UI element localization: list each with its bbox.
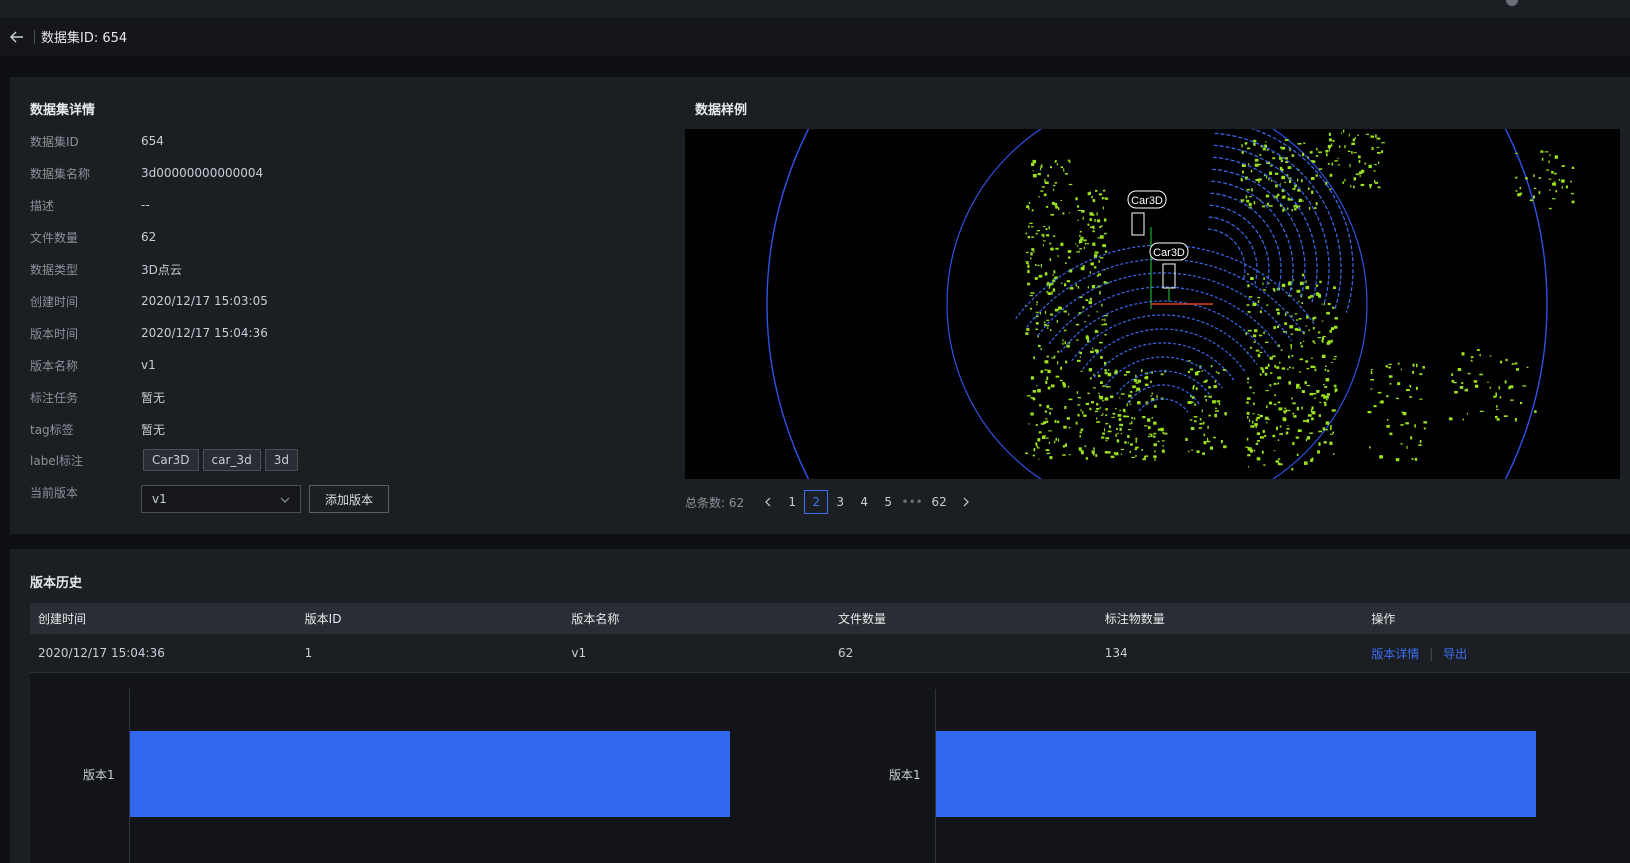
pager-total: 总条数: 62 — [685, 495, 745, 510]
detail-row: 数据类型 3D点云 — [30, 259, 182, 279]
cell-annotations: 134 — [1104, 646, 1128, 660]
pagination: 总条数: 62 1 2 3 4 5 ••• 62 — [685, 490, 978, 514]
detail-label: 创建时间 — [30, 294, 79, 309]
chevron-right-icon[interactable] — [954, 490, 978, 514]
page-4[interactable]: 4 — [852, 490, 876, 514]
column-header: 版本ID — [304, 612, 342, 626]
label-tag: car_3d — [202, 449, 261, 471]
chart-category-label: 版本1 — [83, 768, 115, 782]
chart-bar-annotations[interactable] — [936, 731, 1536, 817]
detail-value: 暂无 — [141, 390, 166, 405]
page-title: 数据集ID: 654 — [41, 31, 128, 46]
detail-label: 文件数量 — [30, 230, 79, 245]
detail-value: 3D点云 — [141, 262, 182, 277]
detail-label: tag标签 — [30, 422, 74, 437]
detail-value: 654 — [141, 134, 164, 148]
page-1[interactable]: 1 — [780, 490, 804, 514]
chart-category-label: 版本1 — [889, 768, 921, 782]
version-charts: 版本1 版本1 — [30, 673, 1630, 863]
window-top-strip — [0, 0, 1630, 17]
detail-row: 数据集名称 3d00000000000004 — [30, 163, 263, 183]
page-header: 数据集ID: 654 — [0, 17, 1630, 57]
box-label: Car3D — [1131, 195, 1163, 207]
column-header: 文件数量 — [838, 612, 887, 626]
export-link[interactable]: 导出 — [1443, 647, 1467, 661]
add-version-button[interactable]: 添加版本 — [309, 485, 389, 513]
page-3[interactable]: 3 — [828, 490, 852, 514]
detail-value: v1 — [141, 358, 156, 372]
annotation-box[interactable]: Car3D — [1149, 242, 1189, 301]
window-control-dot[interactable] — [1506, 0, 1518, 6]
label-tag: Car3D — [143, 449, 199, 471]
detail-label: 描述 — [30, 198, 55, 213]
detail-label: 版本名称 — [30, 358, 79, 373]
cell-actions: 版本详情 | 导出 — [1363, 645, 1630, 662]
detail-row: 版本时间 2020/12/17 15:04:36 — [30, 323, 268, 343]
detail-value: -- — [141, 198, 150, 212]
column-header: 版本名称 — [571, 612, 620, 626]
page-2[interactable]: 2 — [804, 490, 829, 514]
page-5[interactable]: 5 — [876, 490, 900, 514]
action-divider: | — [1429, 646, 1434, 661]
detail-value: 2020/12/17 15:03:05 — [141, 294, 268, 308]
chart-bar-files[interactable] — [130, 731, 730, 817]
page-last[interactable]: 62 — [924, 490, 954, 514]
detail-row: 数据集ID 654 — [30, 131, 164, 151]
detail-row: 创建时间 2020/12/17 15:03:05 — [30, 291, 268, 311]
version-select-value: v1 — [152, 492, 167, 506]
lidar-points — [1015, 129, 1575, 471]
version-select[interactable]: v1 — [141, 485, 301, 513]
history-table: 创建时间 版本ID 版本名称 文件数量 标注物数量 操作 2020/12/17 … — [30, 603, 1630, 673]
column-header: 标注物数量 — [1104, 612, 1165, 626]
detail-value: 暂无 — [141, 422, 166, 437]
sample-title: 数据样例 — [695, 103, 748, 118]
cell-created: 2020/12/17 15:04:36 — [38, 646, 165, 660]
detail-label: 数据集名称 — [30, 166, 91, 181]
label-row-label: label标注 — [30, 453, 84, 468]
detail-label: 数据类型 — [30, 262, 79, 277]
cell-files: 62 — [838, 646, 854, 660]
chevron-down-icon — [280, 492, 290, 506]
details-title: 数据集详情 — [30, 103, 96, 118]
history-title: 版本历史 — [30, 576, 83, 591]
cell-name: v1 — [571, 646, 587, 660]
detail-value: 3d00000000000004 — [141, 166, 264, 180]
detail-row: 版本名称 v1 — [30, 355, 156, 375]
detail-row: tag标签 暂无 — [30, 419, 165, 439]
detail-row: 描述 -- — [30, 195, 150, 215]
detail-label: 标注任务 — [30, 390, 79, 405]
detail-value: 2020/12/17 15:04:36 — [141, 326, 268, 340]
cell-id: 1 — [304, 646, 313, 660]
detail-label: 数据集ID — [30, 134, 79, 149]
header-divider — [34, 29, 35, 44]
point-cloud-preview[interactable]: Car3D Car3D — [685, 129, 1620, 479]
column-header: 创建时间 — [38, 612, 87, 626]
detail-label: 版本时间 — [30, 326, 79, 341]
table-row[interactable]: 2020/12/17 15:04:36 1 v1 62 134 版本详情 | 导… — [30, 634, 1630, 673]
label-row: label标注 Car3D car_3d 3d — [30, 449, 302, 471]
version-row-label: 当前版本 — [30, 485, 79, 500]
column-header: 操作 — [1371, 612, 1396, 626]
label-tag: 3d — [264, 449, 298, 471]
version-detail-link[interactable]: 版本详情 — [1371, 647, 1419, 661]
detail-value: 62 — [141, 230, 157, 244]
detail-row: 标注任务 暂无 — [30, 387, 165, 407]
point-cloud-canvas: Car3D Car3D — [766, 129, 1575, 479]
page-ellipsis[interactable]: ••• — [900, 490, 924, 514]
version-row: 当前版本 — [30, 482, 141, 502]
arrow-left-icon[interactable] — [0, 17, 34, 57]
detail-row: 文件数量 62 — [30, 227, 156, 247]
box-label: Car3D — [1153, 247, 1185, 259]
chevron-left-icon[interactable] — [756, 490, 780, 514]
table-header: 创建时间 版本ID 版本名称 文件数量 标注物数量 操作 — [30, 603, 1630, 634]
